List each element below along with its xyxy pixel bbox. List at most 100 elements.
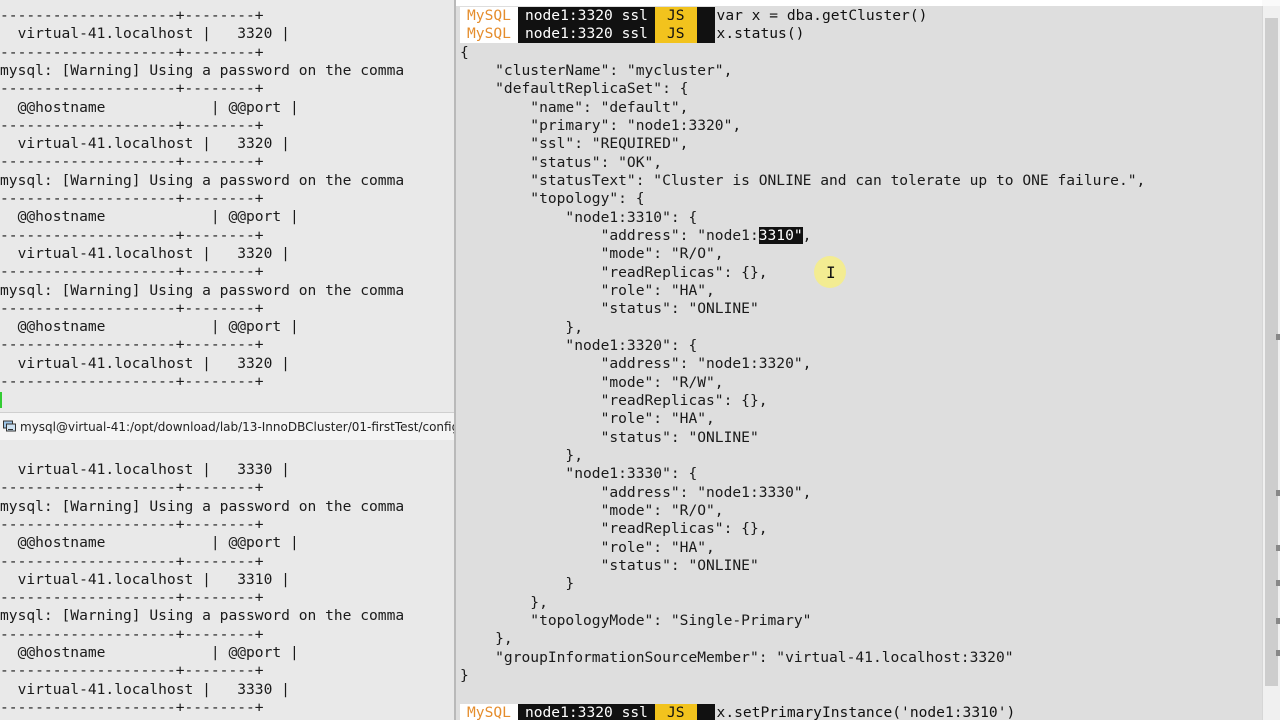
terminal-app-icon	[3, 420, 16, 432]
output-line: },	[460, 630, 513, 647]
output-line: "readReplicas": {},	[460, 392, 768, 409]
prompt-mode-label: JS	[654, 704, 697, 720]
prompt-line-1: MySQL node1:3320 ssl JS var x = dba.getC…	[460, 7, 927, 25]
output-line: "name": "default",	[460, 99, 689, 116]
edge-mark	[1276, 580, 1280, 586]
prompt-line-2: MySQL node1:3320 ssl JS x.status()	[460, 25, 804, 43]
output-text: "address": "node1:	[460, 227, 759, 244]
terminal-line: --------------------+--------+	[0, 80, 264, 98]
output-line: "mode": "R/W",	[460, 374, 724, 391]
prompt-separator	[696, 25, 715, 43]
left-terminal-top[interactable]: --------------------+--------+ virtual-4…	[0, 0, 454, 412]
output-line: }	[460, 667, 469, 684]
terminal-line: virtual-41.localhost | 3320 |	[0, 244, 290, 262]
output-line: "groupInformationSourceMember": "virtual…	[460, 649, 1014, 666]
prompt-node-label: node1:3320 ssl	[517, 704, 655, 720]
edge-mark	[1276, 650, 1280, 656]
output-line: },	[460, 319, 584, 336]
output-line: },	[460, 594, 548, 611]
terminal-line: --------------------+--------+	[0, 7, 264, 24]
terminal-line: @@hostname | @@port |	[0, 98, 299, 116]
output-line-selected[interactable]: "address": "node1:3310",	[460, 227, 811, 245]
output-line: },	[460, 447, 584, 464]
output-line: "address": "node1:3330",	[460, 484, 812, 501]
output-line: "mode": "R/O",	[460, 245, 724, 262]
terminal-line: @@hostname | @@port |	[0, 208, 299, 226]
prompt-separator	[696, 7, 715, 25]
output-line: "role": "HA",	[460, 282, 715, 299]
output-line: "mode": "R/O",	[460, 502, 724, 519]
prompt-node-label: node1:3320 ssl	[517, 7, 655, 25]
terminal-line: --------------------+--------+	[0, 552, 264, 570]
output-line: "status": "ONLINE"	[460, 300, 759, 317]
terminal-line: mysql: [Warning] Using a password on the…	[0, 607, 405, 625]
terminal-line: mysql: [Warning] Using a password on the…	[0, 281, 405, 299]
terminal-line: --------------------+--------+	[0, 299, 264, 317]
prompt-mysql-label: MySQL	[460, 7, 518, 25]
terminal-line: --------------------+--------+	[0, 153, 264, 171]
output-line: "node1:3320": {	[460, 337, 698, 354]
terminal-window-titlebar[interactable]: mysql@virtual-41:/opt/download/lab/13-In…	[0, 412, 454, 442]
terminal-line: virtual-41.localhost | 3320 |	[0, 25, 290, 43]
pane-top-edge	[456, 0, 1264, 6]
terminal-line: --------------------+--------+	[0, 226, 264, 244]
text-selection[interactable]: 3310"	[758, 227, 803, 244]
output-line: "address": "node1:3320",	[460, 355, 812, 372]
terminal-line: --------------------+--------+	[0, 662, 264, 680]
terminal-line: @@hostname | @@port |	[0, 318, 299, 336]
terminal-line: --------------------+--------+	[0, 336, 264, 354]
terminal-line: --------------------+--------+	[0, 625, 264, 643]
prompt-mode-label: JS	[654, 25, 697, 43]
output-line: "node1:3330": {	[460, 465, 698, 482]
output-text: ,	[802, 227, 812, 244]
edge-mark	[1276, 618, 1280, 624]
output-line: "role": "HA",	[460, 539, 715, 556]
prompt-line-3[interactable]: MySQL node1:3320 ssl JS x.setPrimaryInst…	[460, 704, 1015, 720]
terminal-line: virtual-41.localhost | 3320 |	[0, 354, 290, 372]
output-line: "topologyMode": "Single-Primary"	[460, 612, 812, 629]
terminal-line: --------------------+--------+	[0, 190, 264, 207]
output-line: "status": "ONLINE"	[460, 429, 759, 446]
terminal-line: --------------------+--------+	[0, 479, 264, 497]
output-line: "clusterName": "mycluster",	[460, 62, 733, 79]
output-line: }	[460, 575, 575, 592]
terminal-line: @@hostname | @@port |	[0, 534, 299, 552]
vertical-scrollbar[interactable]	[1262, 6, 1280, 720]
terminal-line: mysql: [Warning] Using a password on the…	[0, 61, 405, 79]
terminal-line: virtual-41.localhost | 3310 |	[0, 570, 290, 588]
terminal-line: mysql: [Warning] Using a password on the…	[0, 497, 405, 515]
output-line: "ssl": "REQUIRED",	[460, 135, 689, 152]
output-line: "status": "ONLINE"	[460, 557, 759, 574]
prompt-separator	[696, 704, 715, 720]
output-line: "node1:3310": {	[460, 209, 698, 226]
prompt-mysql-label: MySQL	[460, 25, 518, 43]
terminal-line: --------------------+--------+	[0, 698, 264, 716]
terminal-line: virtual-41.localhost | 3330 |	[0, 680, 290, 698]
edge-mark	[1276, 490, 1280, 496]
terminal-line: virtual-41.localhost | 3320 |	[0, 135, 290, 153]
command-text: var x = dba.getCluster()	[716, 7, 928, 24]
output-line: "defaultReplicaSet": {	[460, 80, 689, 97]
left-terminal-bottom[interactable]: virtual-41.localhost | 3330 | -----------…	[0, 440, 454, 720]
terminal-line: mysql: [Warning] Using a password on the…	[0, 171, 405, 189]
terminal-line: --------------------+--------+	[0, 263, 264, 281]
prompt-node-label: node1:3320 ssl	[517, 25, 655, 43]
edge-mark	[1276, 545, 1280, 551]
edge-mark	[1276, 334, 1280, 340]
terminal-line: --------------------+--------+	[0, 515, 264, 533]
ibeam-cursor-icon: I	[826, 263, 836, 282]
output-line: "role": "HA",	[460, 410, 715, 427]
output-line: {	[460, 44, 469, 61]
output-line: "status": "OK",	[460, 154, 663, 171]
command-text: x.status()	[716, 25, 805, 42]
terminal-line: --------------------+--------+	[0, 589, 264, 607]
command-input[interactable]: x.setPrimaryInstance('node1:3310')	[715, 704, 1016, 720]
terminal-cursor	[0, 392, 2, 408]
terminal-line: virtual-41.localhost | 3330 |	[0, 461, 290, 478]
mysql-shell-pane[interactable]: MySQL node1:3320 ssl JS var x = dba.getC…	[454, 0, 1264, 720]
terminal-line: @@hostname | @@port |	[0, 644, 299, 661]
terminal-line: --------------------+--------+	[0, 43, 264, 61]
output-line: "readReplicas": {},	[460, 264, 768, 281]
output-line: "primary": "node1:3320",	[460, 117, 742, 134]
prompt-mysql-label: MySQL	[460, 704, 518, 720]
